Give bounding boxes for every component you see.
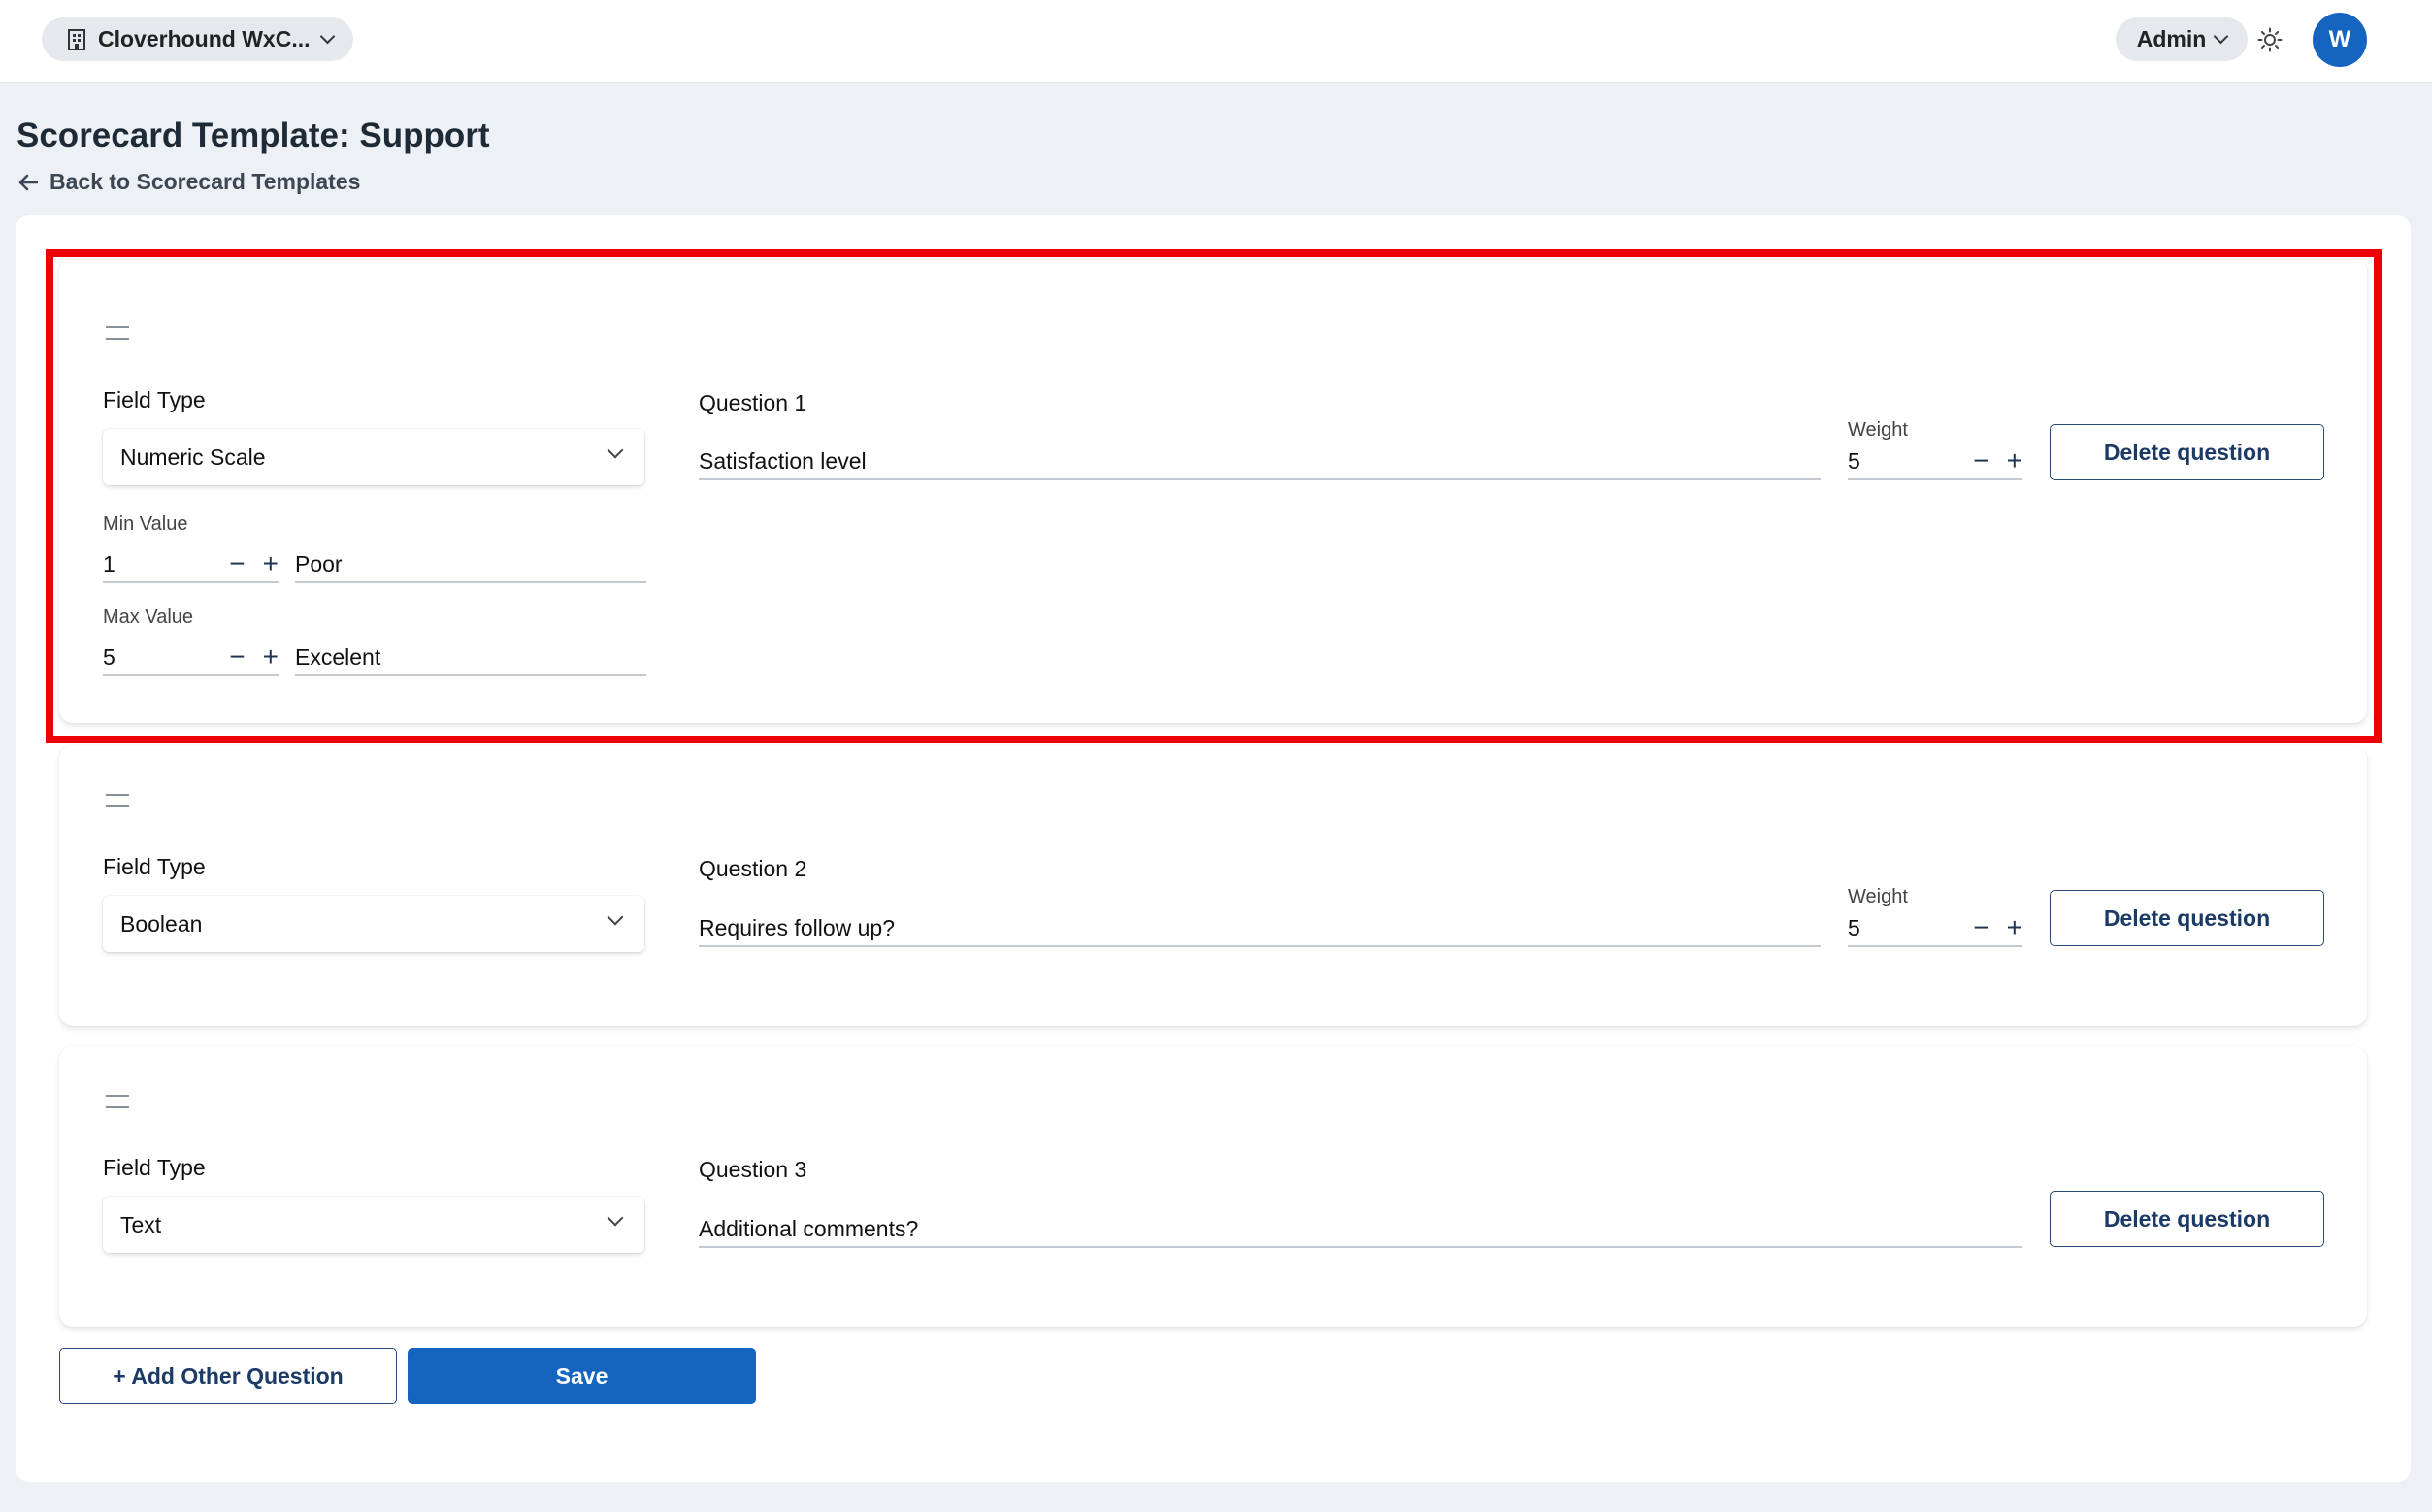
role-switcher[interactable]: Admin bbox=[2116, 17, 2248, 61]
question-text: Requires follow up? bbox=[699, 915, 896, 940]
save-button[interactable]: Save bbox=[408, 1348, 756, 1404]
weight-stepper[interactable]: 5 − + bbox=[1848, 442, 2022, 480]
delete-question-button[interactable]: Delete question bbox=[2050, 424, 2324, 480]
org-switcher[interactable]: Cloverhound WxC... bbox=[42, 17, 353, 61]
question-label: Question 1 bbox=[699, 390, 807, 415]
chevron-down-icon bbox=[607, 1209, 624, 1227]
drag-handle-icon[interactable] bbox=[106, 1095, 129, 1108]
sun-icon[interactable] bbox=[2254, 24, 2285, 55]
question-label: Question 3 bbox=[699, 1157, 807, 1182]
field-type-select[interactable]: Numeric Scale bbox=[103, 429, 644, 485]
question-text: Satisfaction level bbox=[699, 448, 867, 474]
max-label-input[interactable]: Excelent bbox=[295, 638, 646, 676]
chevron-down-icon bbox=[319, 28, 335, 45]
arrow-left-icon bbox=[18, 170, 39, 195]
max-value-stepper[interactable]: 5 − + bbox=[103, 638, 279, 676]
question-card: Field Type Numeric Scale Min Value 1 − +… bbox=[59, 257, 2367, 723]
increment-button[interactable]: + bbox=[2007, 914, 2022, 941]
field-type-value: Numeric Scale bbox=[120, 444, 266, 470]
max-value-label: Max Value bbox=[103, 607, 194, 628]
question-card: Field Type Text Question 3 Additional co… bbox=[59, 1046, 2367, 1327]
delete-question-button[interactable]: Delete question bbox=[2050, 890, 2324, 946]
back-link-label: Back to Scorecard Templates bbox=[49, 169, 361, 194]
back-link[interactable]: Back to Scorecard Templates bbox=[18, 169, 360, 195]
min-value: 1 bbox=[103, 551, 115, 576]
question-card: Field Type Boolean Question 2 Requires f… bbox=[59, 745, 2367, 1026]
max-value: 5 bbox=[103, 644, 115, 670]
weight-label: Weight bbox=[1848, 419, 1908, 441]
weight-value: 5 bbox=[1848, 915, 1860, 940]
weight-stepper[interactable]: 5 − + bbox=[1848, 908, 2022, 947]
chevron-down-icon bbox=[607, 908, 624, 926]
question-input[interactable]: Satisfaction level bbox=[699, 442, 1821, 480]
question-input[interactable]: Additional comments? bbox=[699, 1209, 2022, 1248]
min-value-label: Min Value bbox=[103, 513, 188, 535]
top-bar: Cloverhound WxC... Admin W bbox=[0, 0, 2432, 83]
drag-handle-icon[interactable] bbox=[106, 326, 129, 340]
min-label-input[interactable]: Poor bbox=[295, 544, 646, 583]
field-type-value: Text bbox=[120, 1211, 162, 1237]
page-title: Scorecard Template: Support bbox=[16, 116, 490, 154]
role-label: Admin bbox=[2136, 26, 2207, 51]
field-type-select[interactable]: Boolean bbox=[103, 896, 644, 952]
decrement-button[interactable]: − bbox=[229, 550, 245, 577]
field-type-label: Field Type bbox=[103, 854, 206, 879]
min-label-text: Poor bbox=[295, 551, 343, 576]
delete-question-button[interactable]: Delete question bbox=[2050, 1191, 2324, 1247]
chevron-down-icon bbox=[607, 442, 624, 459]
decrement-button[interactable]: − bbox=[1973, 914, 1988, 941]
org-name: Cloverhound WxC... bbox=[98, 26, 311, 51]
max-label-text: Excelent bbox=[295, 644, 381, 670]
weight-label: Weight bbox=[1848, 886, 1908, 907]
increment-button[interactable]: + bbox=[2007, 447, 2022, 475]
question-label: Question 2 bbox=[699, 856, 807, 881]
chevron-down-icon bbox=[2214, 28, 2229, 45]
decrement-button[interactable]: − bbox=[229, 643, 245, 671]
increment-button[interactable]: + bbox=[263, 643, 279, 671]
weight-value: 5 bbox=[1848, 448, 1860, 474]
avatar[interactable]: W bbox=[2313, 13, 2367, 67]
field-type-label: Field Type bbox=[103, 1155, 206, 1180]
field-type-label: Field Type bbox=[103, 387, 206, 412]
question-text: Additional comments? bbox=[699, 1216, 919, 1241]
decrement-button[interactable]: − bbox=[1973, 447, 1988, 475]
question-input[interactable]: Requires follow up? bbox=[699, 908, 1821, 947]
field-type-value: Boolean bbox=[120, 910, 203, 937]
add-question-button[interactable]: + Add Other Question bbox=[59, 1348, 397, 1404]
building-icon bbox=[67, 28, 86, 50]
field-type-select[interactable]: Text bbox=[103, 1197, 644, 1253]
increment-button[interactable]: + bbox=[263, 550, 279, 577]
min-value-stepper[interactable]: 1 − + bbox=[103, 544, 279, 583]
drag-handle-icon[interactable] bbox=[106, 794, 129, 807]
